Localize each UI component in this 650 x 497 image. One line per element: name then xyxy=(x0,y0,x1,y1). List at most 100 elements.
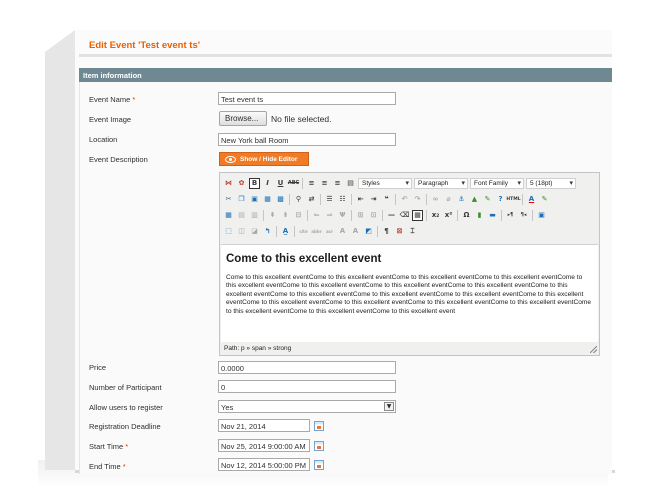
indent-icon[interactable]: ⇥ xyxy=(368,194,379,205)
start-time-input[interactable]: Nov 25, 2014 9:00:00 AM xyxy=(218,439,310,452)
image-icon[interactable]: ▲ xyxy=(469,194,480,205)
reg-deadline-input[interactable]: Nov 21, 2014 xyxy=(218,419,310,432)
abbr-icon[interactable]: abbr xyxy=(311,226,322,237)
content-heading: Come to this excellent event xyxy=(226,253,382,265)
cleanup-icon[interactable]: ✎ xyxy=(482,194,493,205)
blockquote-icon[interactable]: ❝ xyxy=(381,194,392,205)
highlight-color-icon[interactable]: ✎ xyxy=(539,194,550,205)
media-icon[interactable]: ▮ xyxy=(474,210,485,221)
bold-button[interactable]: B xyxy=(249,177,260,189)
align-center-icon[interactable]: ≡ xyxy=(319,178,330,189)
special-char-icon[interactable]: Ω xyxy=(461,210,472,221)
allow-register-select[interactable]: Yes ▼ xyxy=(218,400,396,413)
split-cells-icon[interactable]: ⊞ xyxy=(355,210,366,221)
delete-row-icon[interactable]: ⊟ xyxy=(293,210,304,221)
format-select[interactable]: Paragraph xyxy=(414,177,468,189)
template-icon[interactable]: ⊠ xyxy=(394,226,405,237)
price-input[interactable]: 0.0000 xyxy=(218,361,396,374)
move-backward-icon[interactable]: ◪ xyxy=(249,226,260,237)
toolbar-separator xyxy=(276,225,277,237)
ins-icon[interactable]: A xyxy=(350,226,361,237)
align-right-icon[interactable]: ≡ xyxy=(332,178,343,189)
location-label: Location xyxy=(89,135,118,144)
toolbar-separator xyxy=(351,193,352,205)
show-blocks-icon[interactable]: ¶ xyxy=(381,226,392,237)
undo-icon[interactable]: ↶ xyxy=(399,194,410,205)
copy-icon[interactable]: ❐ xyxy=(236,194,247,205)
calendar-icon[interactable] xyxy=(314,441,324,451)
move-forward-icon[interactable]: ◫ xyxy=(236,226,247,237)
acronym-icon[interactable]: acr xyxy=(324,226,335,237)
superscript-icon[interactable]: x² xyxy=(443,210,454,221)
absolute-icon[interactable]: ↰ xyxy=(262,226,273,237)
calendar-icon[interactable] xyxy=(314,421,324,431)
row-props-icon[interactable]: ▤ xyxy=(236,210,247,221)
toolbar-separator xyxy=(522,193,523,205)
ltr-icon[interactable]: ▸¶ xyxy=(505,210,516,221)
merge-cells-icon[interactable]: ⊡ xyxy=(368,210,379,221)
find-icon[interactable]: ⚲ xyxy=(293,194,304,205)
col-before-icon[interactable]: ⇐ xyxy=(311,210,322,221)
styleprops-icon[interactable]: A̲ xyxy=(280,226,291,237)
toggle-editor-button[interactable]: Show / Hide Editor xyxy=(219,152,309,166)
redo-icon[interactable]: ↷ xyxy=(412,194,423,205)
attribs-icon[interactable]: ◩ xyxy=(363,226,374,237)
file-status: No file selected. xyxy=(271,114,332,124)
location-input[interactable]: New York ball Room xyxy=(218,133,396,146)
visual-aid-icon[interactable]: ▦ xyxy=(412,209,423,221)
cut-icon[interactable]: ✂ xyxy=(223,194,234,205)
del-icon[interactable]: A xyxy=(337,226,348,237)
editor-content[interactable]: Come to this excellent event Come to thi… xyxy=(221,244,598,342)
insert-table-icon[interactable]: ▦ xyxy=(223,210,234,221)
align-left-icon[interactable]: ≡ xyxy=(306,178,317,189)
align-justify-icon[interactable]: ▤ xyxy=(345,178,356,189)
rtl-icon[interactable]: ¶◂ xyxy=(518,210,529,221)
ins-hr-icon[interactable]: ▬ xyxy=(487,210,498,221)
widget-icon[interactable]: ⋈ xyxy=(223,178,234,189)
html-source-icon[interactable]: HTML xyxy=(506,194,520,205)
row-after-icon[interactable]: ⇟ xyxy=(280,210,291,221)
horizontal-rule-icon[interactable]: — xyxy=(386,210,397,221)
numbered-list-icon[interactable]: ☷ xyxy=(337,194,348,205)
fullscreen-icon[interactable]: ▣ xyxy=(536,210,547,221)
toolbar-separator xyxy=(320,193,321,205)
toolbar-separator xyxy=(351,209,352,221)
font-color-icon[interactable]: A xyxy=(526,194,537,205)
image-insert-icon[interactable]: ✿ xyxy=(236,178,247,189)
font-family-select[interactable]: Font Family xyxy=(470,177,524,189)
strikethrough-button[interactable]: ABC xyxy=(288,178,299,189)
anchor-icon[interactable]: ⚓ xyxy=(456,194,467,205)
styles-select[interactable]: Styles xyxy=(358,177,412,189)
unlink-icon[interactable]: ⌀ xyxy=(443,194,454,205)
end-time-input[interactable]: Nov 12, 2014 5:00:00 PM xyxy=(218,458,310,471)
help-icon[interactable]: ? xyxy=(495,194,506,205)
calendar-icon[interactable] xyxy=(314,460,324,470)
delete-col-icon[interactable]: Ψ xyxy=(337,210,348,221)
title-divider xyxy=(79,54,612,57)
participants-input[interactable]: 0 xyxy=(218,380,396,393)
link-icon[interactable]: ∞ xyxy=(430,194,441,205)
insert-layer-icon[interactable]: ⬚ xyxy=(223,226,234,237)
cite-icon[interactable]: cite xyxy=(298,226,309,237)
paste-word-icon[interactable]: ▩ xyxy=(275,194,286,205)
browse-button[interactable]: Browse... xyxy=(219,111,267,126)
paste-icon[interactable]: ▣ xyxy=(249,194,260,205)
cell-props-icon[interactable]: ▥ xyxy=(249,210,260,221)
underline-button[interactable]: U xyxy=(275,178,286,189)
bullet-list-icon[interactable]: ☰ xyxy=(324,194,335,205)
resize-handle-icon[interactable] xyxy=(590,346,597,353)
font-size-select[interactable]: 5 (18pt) xyxy=(526,177,576,189)
sidebar-strip xyxy=(45,30,75,470)
event-name-input[interactable]: Test event ts xyxy=(218,92,396,105)
chevron-down-icon: ▼ xyxy=(384,402,394,411)
remove-format-icon[interactable]: ⌫ xyxy=(399,210,410,221)
row-before-icon[interactable]: ⇞ xyxy=(267,210,278,221)
page-break-icon[interactable]: ⌶ xyxy=(407,226,418,237)
col-after-icon[interactable]: ⇒ xyxy=(324,210,335,221)
italic-button[interactable]: I xyxy=(262,178,273,189)
outdent-icon[interactable]: ⇤ xyxy=(355,194,366,205)
replace-icon[interactable]: ⇄ xyxy=(306,194,317,205)
toolbar-separator xyxy=(294,225,295,237)
paste-text-icon[interactable]: ▦ xyxy=(262,194,273,205)
subscript-icon[interactable]: x₂ xyxy=(430,210,441,221)
